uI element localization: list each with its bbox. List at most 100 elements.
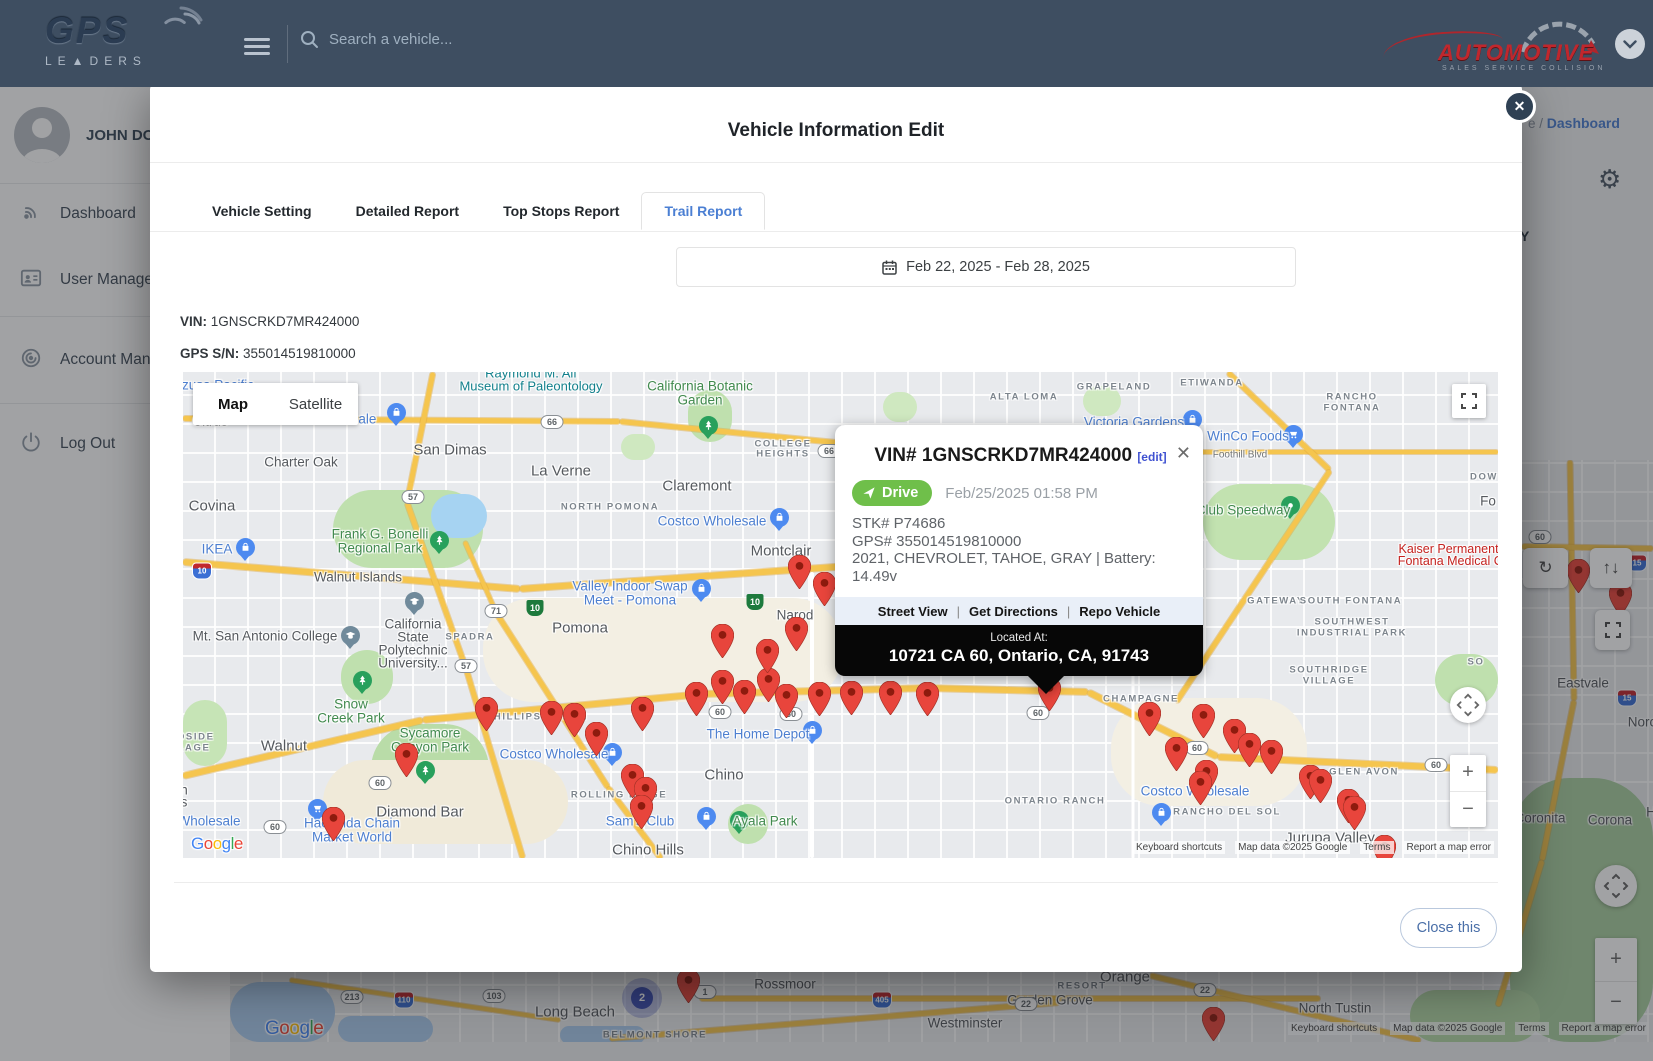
- poi-marker-tree-icon[interactable]: [430, 531, 449, 550]
- vehicle-pin-icon[interactable]: [630, 795, 653, 834]
- gps-label: GPS S/N:: [180, 346, 239, 361]
- info-window-close-icon[interactable]: ✕: [1176, 443, 1191, 464]
- top-navbar: GPS LE▲DERS AUTOMOTIVE SALES SERVICE COL…: [0, 0, 1653, 87]
- map-label: INDUSTRIAL PARK: [1297, 628, 1407, 639]
- vehicle-pin-icon[interactable]: [813, 572, 836, 611]
- poi-marker-tree-icon[interactable]: [353, 671, 372, 690]
- tabs-underline: [150, 231, 1522, 232]
- map-label: NORTH POMONA: [561, 502, 659, 513]
- map-label: La Verne: [531, 463, 591, 480]
- action-get-directions[interactable]: Get Directions: [969, 604, 1058, 619]
- vehicle-pin-icon[interactable]: [785, 617, 808, 656]
- vehicle-pin-icon[interactable]: [1260, 740, 1283, 779]
- map-label: VILLAGE: [1303, 676, 1355, 687]
- vehicle-pin-icon[interactable]: [916, 682, 939, 721]
- vehicle-pin-icon[interactable]: [1309, 769, 1332, 808]
- poi-marker-bag-icon[interactable]: [1152, 803, 1171, 822]
- vehicle-pin-icon[interactable]: [322, 807, 345, 846]
- map-label: Garden: [677, 393, 722, 408]
- map-label: s: [183, 795, 187, 810]
- map-fullscreen-button[interactable]: [1452, 384, 1486, 418]
- vehicle-pin-icon[interactable]: [775, 684, 798, 723]
- vehicle-pin-icon[interactable]: [711, 670, 734, 709]
- poi-marker-bag-icon[interactable]: [770, 508, 789, 527]
- map-label: WinCo Foods: [1207, 429, 1289, 444]
- vehicle-pin-icon[interactable]: [631, 697, 654, 736]
- fullscreen-icon: [1461, 393, 1477, 409]
- close-this-button[interactable]: Close this: [1400, 908, 1497, 948]
- status-row: Drive Feb/25/2025 01:58 PM: [852, 480, 1189, 506]
- map-label: Chino Hills: [612, 842, 684, 859]
- vehicle-pin-icon[interactable]: [1165, 737, 1188, 776]
- route-shield: 66: [541, 415, 564, 429]
- user-menu-button[interactable]: [1615, 29, 1645, 59]
- map-label: Covina: [189, 498, 236, 515]
- vehicle-pin-icon[interactable]: [1138, 702, 1161, 741]
- vehicle-pin-icon[interactable]: [1343, 796, 1366, 835]
- map-label: Club Speedway: [1196, 503, 1291, 518]
- poi-marker-bag-icon[interactable]: [236, 538, 255, 557]
- poi-marker-tree-icon[interactable]: [416, 761, 435, 780]
- app: GPS LE▲DERS AUTOMOTIVE SALES SERVICE COL…: [0, 0, 1653, 1061]
- action-repo-vehicle[interactable]: Repo Vehicle: [1079, 604, 1160, 619]
- vehicle-pin-icon[interactable]: [733, 680, 756, 719]
- poi-marker-bag-icon[interactable]: [697, 807, 716, 826]
- map-pan-control[interactable]: [1450, 687, 1486, 723]
- poi-marker-tree-icon[interactable]: [699, 416, 718, 435]
- vehicle-details: STK# P74686 GPS# 355014519810000 2021, C…: [852, 515, 1189, 585]
- poi-marker-bag-icon[interactable]: [692, 579, 711, 598]
- map-type-satellite[interactable]: Satellite: [273, 383, 358, 425]
- attribution-item[interactable]: Keyboard shortcuts: [1133, 841, 1225, 854]
- action-street-view[interactable]: Street View: [878, 604, 948, 619]
- modal-close-button[interactable]: ✕: [1503, 90, 1536, 123]
- tab-top-stops-report[interactable]: Top Stops Report: [481, 193, 641, 229]
- vehicle-pin-icon[interactable]: [879, 681, 902, 720]
- map-label: Mt. San Antonio College: [193, 629, 338, 644]
- map-label: Fo: [1480, 494, 1496, 509]
- info-vin: VIN# 1GNSCRKD7MR424000: [874, 445, 1132, 466]
- trail-map[interactable]: Map Satellite + − Google Keyboard shortc…: [183, 372, 1498, 858]
- vehicle-pin-icon[interactable]: [788, 555, 811, 594]
- poi-marker-bag-icon[interactable]: [387, 403, 406, 422]
- map-label: Pomona: [552, 620, 608, 637]
- search-input[interactable]: [329, 31, 549, 48]
- attribution-item[interactable]: Terms: [1360, 841, 1393, 854]
- vehicle-info-modal: ✕ Vehicle Information Edit Vehicle Setti…: [150, 84, 1522, 972]
- attribution-item[interactable]: Map data ©2025 Google: [1235, 841, 1350, 854]
- map-label: Creek Park: [317, 711, 385, 726]
- brand-name: AUTOMOTIVE: [1438, 40, 1594, 66]
- vehicle-pin-icon[interactable]: [808, 682, 831, 721]
- vehicle-pin-icon[interactable]: [475, 697, 498, 736]
- poi-marker-cap-icon[interactable]: [405, 592, 424, 611]
- vehicle-pin-icon[interactable]: [585, 722, 608, 761]
- pan-arrows-icon: [1456, 693, 1480, 717]
- navbar-divider: [287, 25, 288, 63]
- vehicle-pin-icon[interactable]: [840, 681, 863, 720]
- vehicle-pin-icon[interactable]: [540, 701, 563, 740]
- attribution-item[interactable]: Report a map error: [1404, 841, 1494, 854]
- vehicle-pin-icon[interactable]: [711, 624, 734, 663]
- route-shield: 10: [527, 600, 544, 616]
- map-type-map[interactable]: Map: [193, 383, 273, 425]
- vehicle-pin-icon[interactable]: [395, 743, 418, 782]
- zoom-out-button[interactable]: −: [1450, 792, 1486, 828]
- tab-vehicle-setting[interactable]: Vehicle Setting: [190, 193, 334, 229]
- vehicle-pin-icon[interactable]: [1238, 733, 1261, 772]
- date-range-picker[interactable]: Feb 22, 2025 - Feb 28, 2025: [676, 247, 1296, 287]
- tab-detailed-report[interactable]: Detailed Report: [334, 193, 481, 229]
- edit-link[interactable]: [edit]: [1137, 450, 1166, 464]
- poi-marker-cap-icon[interactable]: [341, 626, 360, 645]
- vehicle-pin-icon[interactable]: [563, 703, 586, 742]
- vehicle-pin-icon[interactable]: [756, 639, 779, 678]
- map-zoom-control: + −: [1450, 755, 1486, 827]
- map-label: Costco Wholesale: [658, 514, 767, 529]
- modal-header-divider: [150, 162, 1522, 163]
- menu-toggle-icon[interactable]: [244, 34, 270, 54]
- info-window-pointer: [1028, 676, 1064, 694]
- zoom-in-button[interactable]: +: [1450, 755, 1486, 792]
- vehicle-pin-icon[interactable]: [685, 682, 708, 721]
- vehicle-pin-icon[interactable]: [1192, 704, 1215, 743]
- signal-arcs-icon: [163, 4, 205, 43]
- vehicle-pin-icon[interactable]: [1189, 771, 1212, 810]
- tab-trail-report[interactable]: Trail Report: [641, 192, 765, 230]
